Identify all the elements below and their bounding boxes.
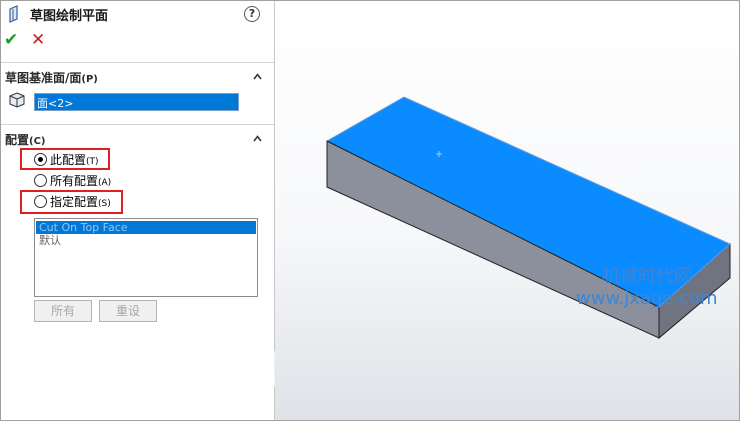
collapse-chevron-icon[interactable] xyxy=(253,72,262,81)
panel-title-row: 草图绘制平面 ? xyxy=(0,0,274,28)
cancel-button[interactable]: ✕ xyxy=(31,30,45,50)
radio-button-selected[interactable] xyxy=(34,153,47,166)
watermark-url: www.jxage.com xyxy=(576,288,718,309)
help-icon[interactable]: ? xyxy=(244,6,260,22)
watermark-title: 机械时代网 xyxy=(602,266,692,287)
property-manager-panel: 草图绘制平面 ? ✔ ✕ 草图基准面/面(P) 面<2> 配置(C) 此配置(T… xyxy=(0,0,275,421)
section-title: 草图基准面/面 xyxy=(5,71,82,85)
configuration-listbox[interactable]: Cut On Top Face 默认 xyxy=(34,218,258,297)
radio-button[interactable] xyxy=(34,195,47,208)
sketch-plane-icon xyxy=(9,5,18,23)
reset-button[interactable]: 重设 xyxy=(99,300,157,322)
list-item[interactable]: Cut On Top Face xyxy=(36,221,256,234)
radio-label: 所有配置(A) xyxy=(50,174,112,188)
radio-label: 指定配置(S) xyxy=(50,195,111,209)
model-view xyxy=(325,96,731,340)
ok-button[interactable]: ✔ xyxy=(4,30,18,50)
radio-button[interactable] xyxy=(34,174,47,187)
collapse-chevron-icon[interactable] xyxy=(253,134,262,143)
section-title: 配置 xyxy=(5,133,30,147)
radio-label: 此配置(T) xyxy=(50,153,99,167)
selected-face-value: 面<2> xyxy=(37,97,74,110)
all-button[interactable]: 所有 xyxy=(34,300,92,322)
list-item[interactable]: 默认 xyxy=(36,234,256,247)
section-header-sketch-plane[interactable]: 草图基准面/面(P) xyxy=(5,69,98,86)
graphics-area[interactable]: 机械时代网 www.jxage.com xyxy=(275,0,740,421)
selected-face-field[interactable]: 面<2> xyxy=(34,93,239,111)
section-accelerator: (P) xyxy=(81,74,98,85)
section-header-configuration[interactable]: 配置(C) xyxy=(5,131,46,148)
panel-title: 草图绘制平面 xyxy=(30,9,109,24)
section-accelerator: (C) xyxy=(29,136,46,147)
face-cube-icon xyxy=(9,92,25,108)
divider xyxy=(0,124,274,125)
divider xyxy=(0,62,274,63)
